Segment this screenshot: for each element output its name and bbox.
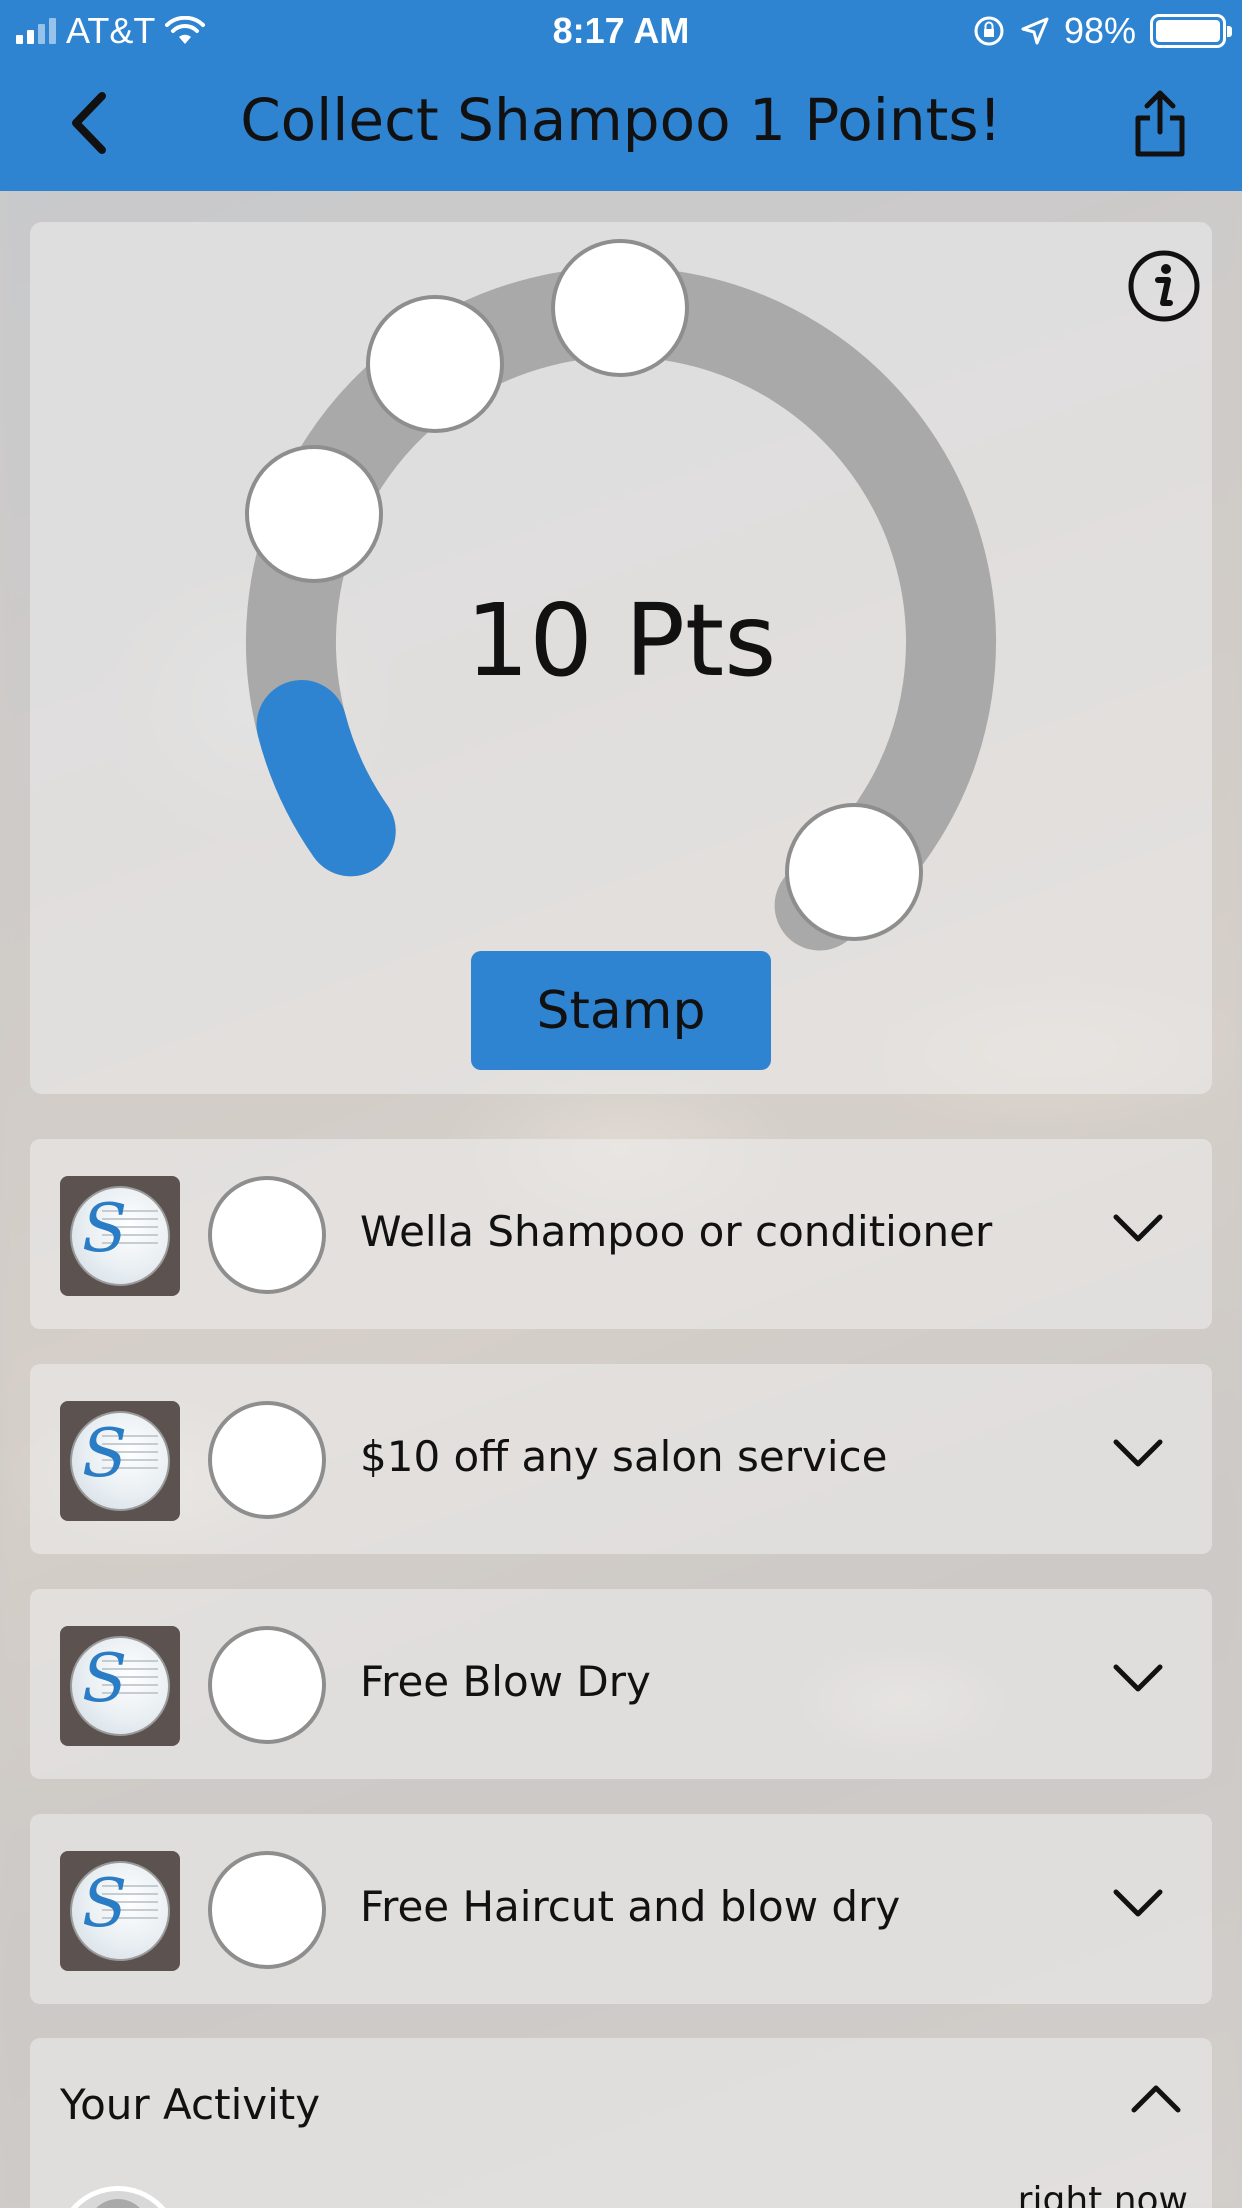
activity-title: Your Activity bbox=[60, 2080, 321, 2129]
share-button[interactable] bbox=[1130, 88, 1190, 158]
salon-logo: S bbox=[60, 1851, 180, 1971]
chevron-down-icon[interactable] bbox=[1110, 1884, 1166, 1924]
avatar bbox=[56, 2186, 180, 2208]
info-button[interactable] bbox=[1126, 248, 1202, 324]
back-button[interactable] bbox=[60, 88, 120, 158]
battery-percent: 98% bbox=[1063, 10, 1136, 51]
chevron-down-icon[interactable] bbox=[1110, 1659, 1166, 1699]
status-bar: AT&T 8:17 AM 98% bbox=[0, 0, 1242, 60]
reward-checkbox bbox=[208, 1851, 326, 1969]
salon-logo-monogram: S bbox=[82, 1640, 128, 1717]
orientation-lock-icon bbox=[974, 16, 1004, 46]
top-bar: AT&T 8:17 AM 98% Collect Shampoo 1 Point… bbox=[0, 0, 1242, 191]
reward-row[interactable]: S $10 off any salon service bbox=[30, 1364, 1212, 1554]
milestone-marker-2 bbox=[366, 295, 504, 433]
activity-section: Your Activity right now bbox=[30, 2038, 1212, 2208]
location-arrow-icon bbox=[1021, 17, 1049, 45]
stamp-button[interactable]: Stamp bbox=[471, 951, 771, 1070]
reward-label: Free Blow Dry bbox=[360, 1657, 651, 1706]
milestone-marker-3 bbox=[551, 239, 689, 377]
reward-checkbox bbox=[208, 1401, 326, 1519]
salon-logo: S bbox=[60, 1401, 180, 1521]
reward-checkbox bbox=[208, 1626, 326, 1744]
reward-label: Free Haircut and blow dry bbox=[360, 1882, 901, 1931]
battery-icon bbox=[1150, 14, 1232, 48]
reward-label: Wella Shampoo or conditioner bbox=[360, 1207, 993, 1256]
milestone-marker-1 bbox=[245, 445, 383, 583]
chevron-up-icon[interactable] bbox=[1128, 2078, 1184, 2118]
reward-checkbox bbox=[208, 1176, 326, 1294]
reward-row[interactable]: S Free Blow Dry bbox=[30, 1589, 1212, 1779]
salon-logo-monogram: S bbox=[82, 1190, 128, 1267]
status-right: 98% bbox=[972, 10, 1232, 52]
page-title: Collect Shampoo 1 Points! bbox=[240, 86, 1002, 154]
reward-label: $10 off any salon service bbox=[360, 1432, 888, 1481]
salon-logo-monogram: S bbox=[82, 1865, 128, 1942]
reward-row[interactable]: S Free Haircut and blow dry bbox=[30, 1814, 1212, 2004]
reward-row[interactable]: S Wella Shampoo or conditioner bbox=[30, 1139, 1212, 1329]
chevron-down-icon[interactable] bbox=[1110, 1209, 1166, 1249]
salon-logo: S bbox=[60, 1176, 180, 1296]
salon-logo: S bbox=[60, 1626, 180, 1746]
milestone-marker-4 bbox=[785, 803, 923, 941]
dial-progress bbox=[256, 680, 396, 877]
chevron-down-icon[interactable] bbox=[1110, 1434, 1166, 1474]
salon-logo-monogram: S bbox=[82, 1415, 128, 1492]
points-total: 10 Pts bbox=[465, 582, 777, 699]
activity-timestamp: right now bbox=[1017, 2180, 1188, 2208]
